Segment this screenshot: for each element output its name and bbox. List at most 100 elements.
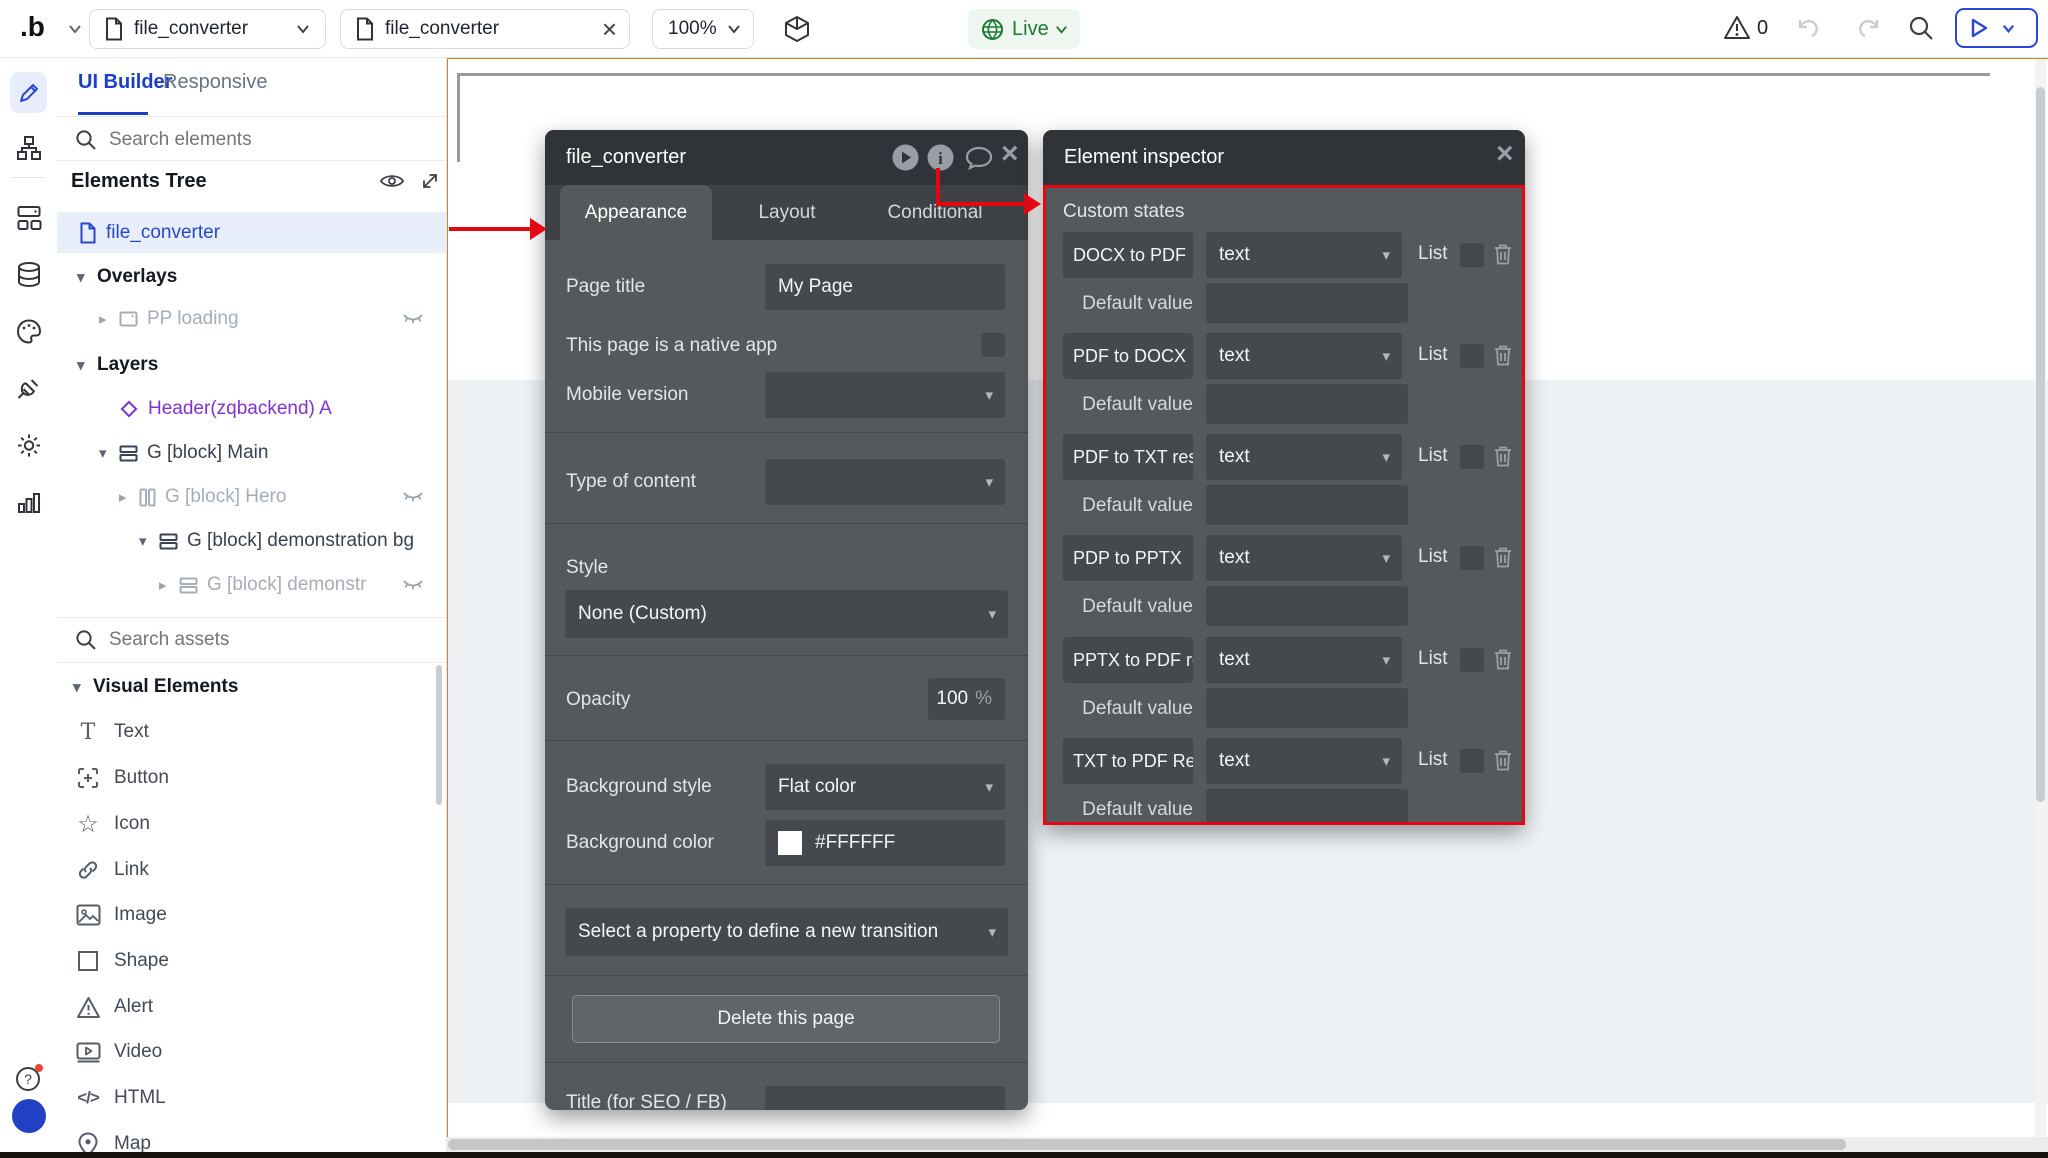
database-icon[interactable] <box>16 261 42 289</box>
caret-down-icon[interactable]: ▾ <box>77 268 97 286</box>
hidden-eye-icon[interactable] <box>402 312 424 326</box>
tab-conditional[interactable]: Conditional <box>865 185 1005 240</box>
background-color-input[interactable]: #FFFFFF <box>765 820 1005 866</box>
open-page-tab[interactable]: file_converter × <box>340 9 630 49</box>
caret-down-icon[interactable]: ▾ <box>77 356 97 374</box>
tab-appearance[interactable]: Appearance <box>560 185 712 240</box>
tree-row-group-demonstration-bg[interactable]: ▾ G [block] demonstration bg <box>57 521 446 561</box>
close-tab-icon[interactable]: × <box>602 16 617 42</box>
tree-row-page[interactable]: file_converter <box>57 212 446 253</box>
tree-row-group-demonstration[interactable]: ▸ G [block] demonstration <box>57 565 446 605</box>
assets-section-visual-elements[interactable]: ▾ Visual Elements <box>57 667 446 707</box>
transition-placeholder: Select a property to define a new transi… <box>578 921 938 943</box>
asset-item-icon[interactable]: ☆ Icon <box>57 803 446 845</box>
info-icon[interactable]: i <box>927 144 954 171</box>
caret-down-icon[interactable]: ▾ <box>99 444 119 462</box>
styles-palette-icon[interactable] <box>15 318 42 345</box>
canvas-hscrollbar[interactable] <box>446 1137 2048 1152</box>
caret-right-icon[interactable]: ▸ <box>119 488 139 506</box>
caret-right-icon[interactable]: ▸ <box>159 576 179 594</box>
eye-icon[interactable] <box>379 170 405 192</box>
comment-bubble-icon[interactable] <box>965 146 993 170</box>
dropdown-chevron-icon: ▾ <box>988 923 996 941</box>
seo-title-input[interactable] <box>765 1086 1005 1110</box>
caret-right-icon[interactable]: ▸ <box>99 310 119 328</box>
user-avatar[interactable] <box>11 1098 47 1134</box>
search-assets-input[interactable] <box>107 623 411 657</box>
components-icon[interactable] <box>15 204 42 231</box>
environment-label: Live <box>1012 18 1049 41</box>
caret-down-icon[interactable]: ▾ <box>73 678 93 696</box>
asset-item-link[interactable]: Link <box>57 849 446 891</box>
alert-icon <box>75 996 101 1019</box>
style-dropdown[interactable]: None (Custom)▾ <box>565 590 1008 638</box>
background-color-value: #FFFFFF <box>815 832 895 854</box>
background-style-dropdown[interactable]: Flat color▾ <box>765 764 1005 810</box>
annotation-arrowhead <box>1024 193 1041 215</box>
asset-item-shape[interactable]: Shape <box>57 940 446 982</box>
environment-selector[interactable]: Live <box>968 9 1080 49</box>
logs-chart-icon[interactable] <box>16 489 42 515</box>
undo-icon[interactable] <box>1795 16 1821 40</box>
tab-layout[interactable]: Layout <box>727 185 847 240</box>
hscrollbar-thumb[interactable] <box>448 1139 1846 1150</box>
tree-row-group-main[interactable]: ▾ G [block] Main <box>57 433 446 473</box>
mobile-version-dropdown[interactable]: ▾ <box>765 372 1005 418</box>
transition-dropdown[interactable]: Select a property to define a new transi… <box>565 908 1008 956</box>
type-of-content-dropdown[interactable]: ▾ <box>765 459 1005 505</box>
tree-row-label: G [block] demonstration <box>207 574 367 596</box>
canvas-vscrollbar[interactable] <box>2035 59 2046 1137</box>
page-selector-dropdown[interactable]: file_converter <box>89 9 326 49</box>
app-logo[interactable]: .b <box>20 11 45 43</box>
tree-row-group-hero[interactable]: ▸ G [block] Hero <box>57 477 446 517</box>
tree-section-overlays[interactable]: ▾ Overlays <box>57 257 446 297</box>
hidden-eye-icon[interactable] <box>402 578 424 592</box>
annotation-arrow-shaft <box>936 202 1026 206</box>
search-elements-input[interactable] <box>107 123 411 157</box>
logo-chevron-down-icon[interactable] <box>66 20 84 38</box>
page-icon <box>79 222 97 244</box>
asset-item-text[interactable]: T Text <box>57 711 446 753</box>
rail-divider <box>12 177 45 178</box>
asset-item-alert[interactable]: Alert <box>57 986 446 1028</box>
help-icon[interactable]: ? <box>14 1063 44 1093</box>
asset-item-html[interactable]: </> HTML <box>57 1077 446 1119</box>
page-title-input[interactable]: My Page <box>765 264 1005 310</box>
assets-scrollbar-thumb[interactable] <box>436 665 442 805</box>
redo-icon[interactable] <box>1856 16 1882 40</box>
close-panel-icon[interactable]: × <box>1001 139 1019 169</box>
run-workflow-icon[interactable] <box>892 144 919 171</box>
hidden-eye-icon[interactable] <box>402 490 424 504</box>
opacity-label: Opacity <box>566 689 630 711</box>
tab-ui-builder[interactable]: UI Builder <box>78 71 172 94</box>
inspector-header[interactable]: Element inspector × <box>1043 130 1525 185</box>
tree-row-header-element[interactable]: Header(zqbackend) A <box>57 389 446 429</box>
pencil-icon[interactable] <box>17 81 41 105</box>
expand-panel-icon[interactable] <box>419 170 441 192</box>
tree-section-layers[interactable]: ▾ Layers <box>57 345 446 385</box>
vscrollbar-thumb[interactable] <box>2036 87 2045 802</box>
asset-item-button[interactable]: Button <box>57 757 446 799</box>
tree-row-pp-loading[interactable]: ▸ PP loading <box>57 299 446 339</box>
workflow-sitemap-icon[interactable] <box>16 135 42 161</box>
bubble-editor: .b file_converter file_converter × 100% <box>0 0 2048 1158</box>
tab-responsive[interactable]: Responsive <box>163 71 268 94</box>
settings-gear-icon[interactable] <box>15 432 42 459</box>
caret-down-icon[interactable]: ▾ <box>139 532 159 550</box>
asset-item-video[interactable]: Video <box>57 1031 446 1073</box>
search-icon[interactable] <box>1908 15 1935 42</box>
close-panel-icon[interactable]: × <box>1496 139 1514 169</box>
component-cube-icon[interactable] <box>782 14 812 44</box>
native-app-checkbox[interactable] <box>981 333 1005 357</box>
plugins-plug-icon[interactable] <box>15 375 42 402</box>
preview-button[interactable] <box>1955 8 2038 48</box>
page-selector-chevron-icon <box>295 21 311 37</box>
opacity-input[interactable]: 100 % <box>928 678 1005 720</box>
group-rows-icon <box>119 445 138 462</box>
delete-page-button[interactable]: Delete this page <box>572 995 1000 1043</box>
color-swatch[interactable] <box>778 831 802 855</box>
asset-item-image[interactable]: Image <box>57 894 446 936</box>
property-panel-header[interactable]: file_converter i × <box>545 130 1028 185</box>
zoom-dropdown[interactable]: 100% <box>652 9 754 49</box>
issues-warning-icon[interactable] <box>1723 15 1751 41</box>
